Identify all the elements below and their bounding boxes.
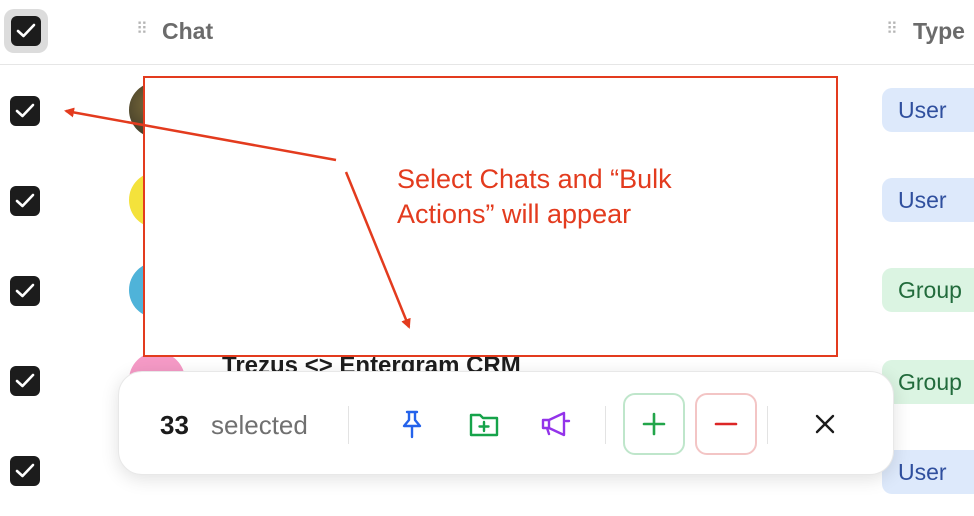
minus-icon bbox=[714, 422, 738, 426]
row-checkbox[interactable] bbox=[10, 456, 40, 486]
check-icon bbox=[15, 283, 35, 298]
add-button[interactable] bbox=[623, 393, 685, 455]
annotation-text: Select Chats and “Bulk Actions” will app… bbox=[397, 164, 672, 229]
add-to-folder-button[interactable] bbox=[453, 393, 515, 455]
row-checkbox[interactable] bbox=[10, 186, 40, 216]
folder-plus-icon bbox=[469, 413, 499, 437]
type-badge: User bbox=[882, 450, 974, 494]
type-badge: Group bbox=[882, 268, 974, 312]
bulk-actions-bar: 33 selected bbox=[118, 371, 894, 475]
close-icon bbox=[815, 414, 835, 434]
pin-icon bbox=[402, 410, 422, 439]
column-header-type[interactable]: Type bbox=[913, 18, 965, 45]
column-header-chat[interactable]: Chat bbox=[162, 18, 213, 45]
row-checkbox[interactable] bbox=[10, 366, 40, 396]
selected-count: 33 bbox=[160, 410, 189, 440]
table-header: ⠿ Chat ⠿ Type bbox=[0, 0, 974, 65]
plus-icon bbox=[642, 412, 666, 436]
check-icon bbox=[11, 16, 41, 46]
remove-button[interactable] bbox=[695, 393, 757, 455]
check-icon bbox=[15, 463, 35, 478]
divider bbox=[605, 406, 606, 444]
check-icon bbox=[15, 193, 35, 208]
type-badge: User bbox=[882, 178, 974, 222]
type-badge: Group bbox=[882, 360, 974, 404]
type-badge: User bbox=[882, 88, 974, 132]
check-icon bbox=[15, 373, 35, 388]
divider bbox=[767, 406, 768, 444]
selected-label: selected bbox=[211, 410, 308, 440]
check-icon bbox=[15, 103, 35, 118]
close-button[interactable] bbox=[794, 393, 856, 455]
select-all-checkbox[interactable] bbox=[4, 9, 48, 53]
row-checkbox[interactable] bbox=[10, 96, 40, 126]
pin-button[interactable] bbox=[381, 393, 443, 455]
broadcast-button[interactable] bbox=[525, 393, 587, 455]
row-checkbox[interactable] bbox=[10, 276, 40, 306]
drag-handle-icon[interactable]: ⠿ bbox=[886, 22, 898, 38]
divider bbox=[348, 406, 349, 444]
drag-handle-icon[interactable]: ⠿ bbox=[136, 22, 148, 38]
megaphone-icon bbox=[541, 411, 571, 437]
